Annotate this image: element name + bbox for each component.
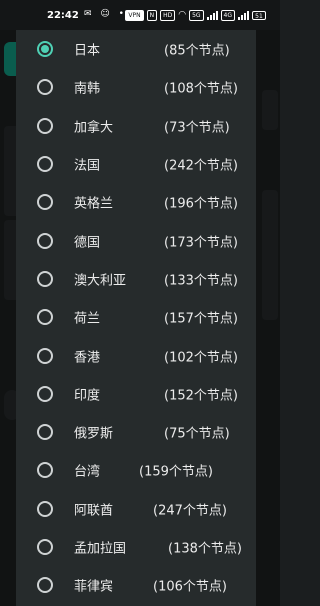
country-option[interactable]: 荷兰 (157个节点)	[16, 298, 256, 336]
notification-icons: ✉ ☺ •	[84, 9, 127, 19]
nfc-icon: N	[146, 10, 158, 21]
signal-icon	[206, 11, 218, 20]
status-indicators: VPN N HD ◠ 5G 4G 51	[125, 10, 266, 21]
battery-icon: 51	[252, 11, 266, 20]
country-name: 孟加拉国	[74, 541, 127, 557]
country-option[interactable]: 台湾 (159个节点)	[16, 451, 256, 489]
country-name: 日本	[74, 43, 101, 59]
radio-unchecked-icon[interactable]	[37, 194, 53, 211]
node-count: (138个节点)	[168, 541, 242, 557]
country-option[interactable]: 法国 (242个节点)	[16, 145, 256, 183]
node-count: (133个节点)	[164, 273, 238, 289]
radio-unchecked-icon[interactable]	[37, 577, 53, 594]
country-option[interactable]: 澳大利亚 (133个节点)	[16, 260, 256, 298]
node-count: (106个节点)	[153, 579, 227, 595]
country-name: 荷兰	[74, 311, 101, 327]
radio-unchecked-icon[interactable]	[37, 117, 53, 134]
country-option[interactable]: 英格兰 (196个节点)	[16, 183, 256, 221]
country-option[interactable]: 香港 (102个节点)	[16, 336, 256, 374]
node-count: (73个节点)	[164, 120, 230, 136]
country-name: 香港	[74, 350, 101, 366]
node-count: (159个节点)	[139, 464, 213, 480]
node-count: (173个节点)	[164, 235, 238, 251]
country-option[interactable]: 印度 (152个节点)	[16, 375, 256, 413]
node-count: (196个节点)	[164, 196, 238, 212]
radio-unchecked-icon[interactable]	[37, 156, 53, 173]
country-name: 印度	[74, 388, 101, 404]
radio-unchecked-icon[interactable]	[37, 347, 53, 364]
signal-icon-2	[238, 11, 249, 20]
radio-unchecked-icon[interactable]	[37, 270, 53, 287]
node-count: (242个节点)	[164, 158, 238, 174]
node-count: (247个节点)	[153, 503, 227, 519]
node-count: (75个节点)	[164, 426, 230, 442]
country-name: 英格兰	[74, 196, 114, 212]
status-bar: 22:42 ✉ ☺ • VPN N HD ◠ 5G 4G 51	[0, 0, 280, 30]
country-name: 法国	[74, 158, 101, 174]
country-option[interactable]: 德国 (173个节点)	[16, 221, 256, 259]
node-count: (108个节点)	[164, 81, 238, 97]
node-count: (157个节点)	[164, 311, 238, 327]
radio-unchecked-icon[interactable]	[37, 79, 53, 96]
country-option[interactable]: 俄罗斯 (75个节点)	[16, 413, 256, 451]
network-4g-icon: 4G	[220, 10, 235, 21]
country-name: 阿联酋	[74, 503, 114, 519]
country-name: 澳大利亚	[74, 273, 127, 289]
country-name: 台湾	[74, 464, 101, 480]
country-option[interactable]: 孟加拉国 (138个节点)	[16, 528, 256, 566]
country-option[interactable]: 日本 (85个节点)	[16, 30, 256, 68]
radio-unchecked-icon[interactable]	[37, 539, 53, 555]
node-count: (152个节点)	[164, 388, 238, 404]
vpn-icon: VPN	[125, 10, 144, 21]
country-name: 南韩	[74, 81, 101, 97]
status-time: 22:42	[47, 10, 79, 21]
radio-unchecked-icon[interactable]	[37, 309, 53, 326]
radio-unchecked-icon[interactable]	[37, 462, 53, 479]
country-option[interactable]: 菲律宾 (106个节点)	[16, 566, 256, 604]
radio-checked-icon[interactable]	[37, 41, 53, 58]
country-select-dialog: 日本 (85个节点) 南韩 (108个节点) 加拿大 (73个节点) 法国 (242个节点) 英…	[16, 30, 256, 606]
hd-icon: HD	[160, 10, 176, 21]
network-5g-icon: 5G	[189, 10, 204, 21]
country-name: 俄罗斯	[74, 426, 114, 442]
country-name: 德国	[74, 235, 101, 251]
country-name: 菲律宾	[74, 579, 114, 595]
country-option[interactable]: 阿联酋 (247个节点)	[16, 490, 256, 528]
radio-unchecked-icon[interactable]	[37, 385, 53, 402]
radio-unchecked-icon[interactable]	[37, 424, 53, 441]
country-option[interactable]: 加拿大 (73个节点)	[16, 107, 256, 145]
radio-unchecked-icon[interactable]	[37, 500, 53, 517]
radio-unchecked-icon[interactable]	[37, 232, 53, 249]
node-count: (102个节点)	[164, 350, 238, 366]
country-option[interactable]: 南韩 (108个节点)	[16, 68, 256, 106]
country-name: 加拿大	[74, 120, 114, 136]
node-count: (85个节点)	[164, 43, 230, 59]
country-option-list: 日本 (85个节点) 南韩 (108个节点) 加拿大 (73个节点) 法国 (242个节点) 英…	[16, 30, 256, 604]
wifi-icon: ◠	[178, 10, 187, 20]
